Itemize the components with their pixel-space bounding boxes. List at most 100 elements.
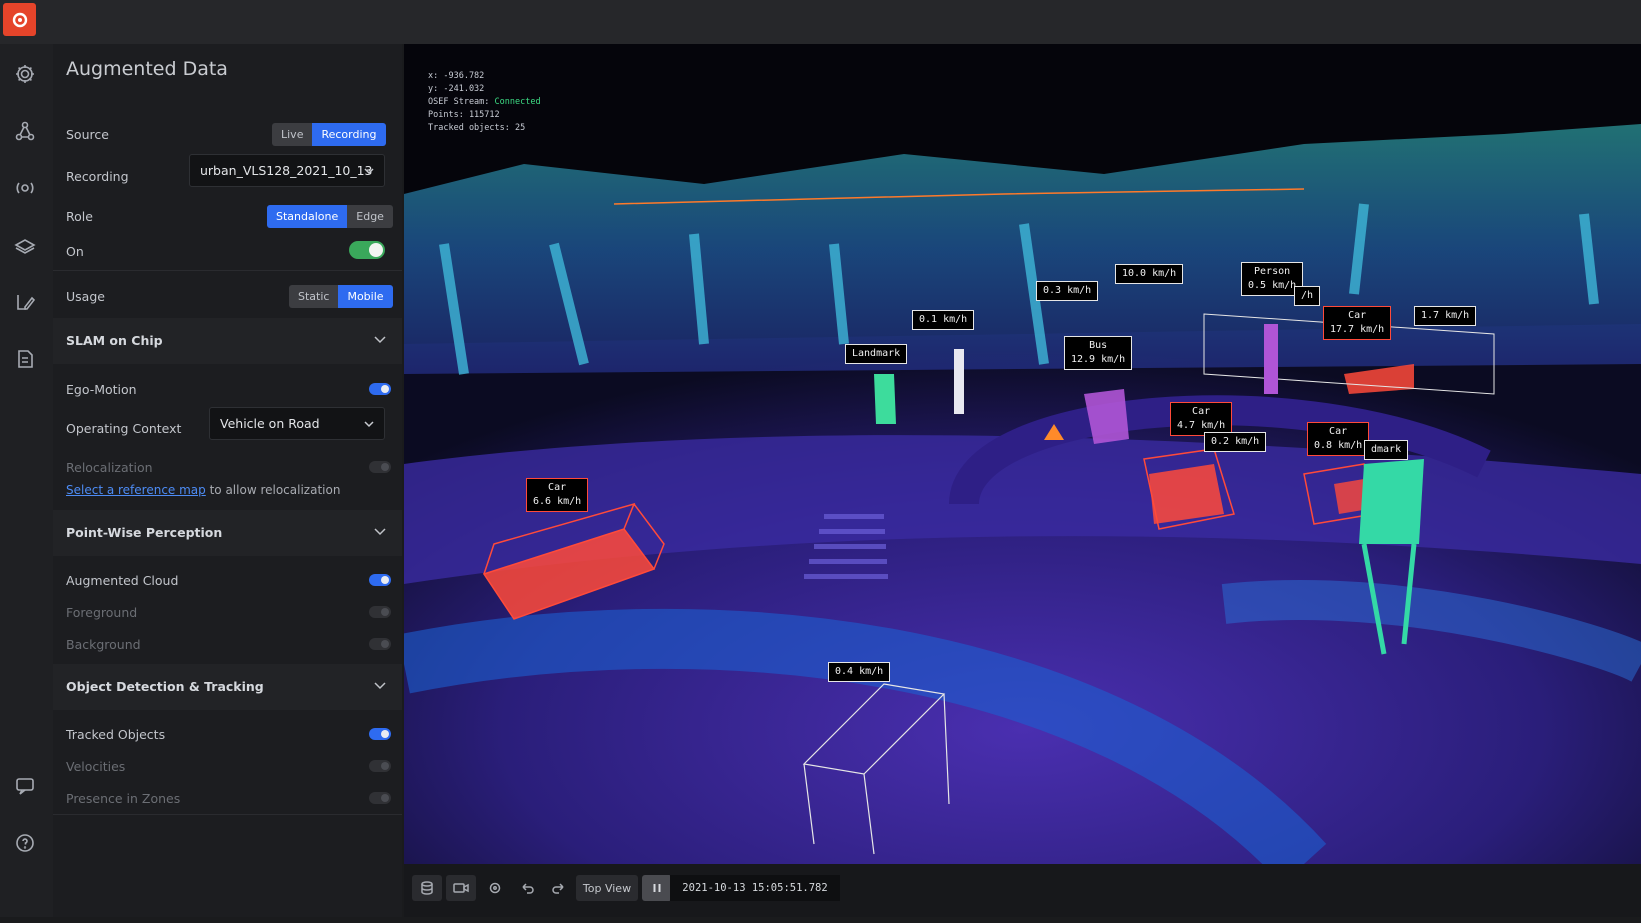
velocities-toggle[interactable]: [369, 760, 391, 772]
database-icon: [421, 881, 433, 895]
source-live-option[interactable]: Live: [272, 123, 313, 146]
role-segmented: Standalone Edge: [267, 205, 393, 228]
chevron-down-icon: [364, 168, 374, 175]
object-tag-line: 0.8 km/h: [1314, 440, 1363, 451]
object-tag[interactable]: Bus 12.9 km/h: [1064, 336, 1133, 370]
undo-button[interactable]: [512, 875, 542, 901]
relocalization-hint: Select a reference map to allow relocali…: [66, 483, 340, 497]
layers-icon[interactable]: [10, 230, 40, 260]
recording-value: urban_VLS128_2021_10_13: [200, 163, 373, 178]
foreground-toggle[interactable]: [369, 606, 391, 618]
object-tag[interactable]: 0.3 km/h: [1036, 281, 1099, 301]
person-object: [1264, 324, 1278, 394]
presence-zones-toggle[interactable]: [369, 792, 391, 804]
landmark-sign-object: [1359, 459, 1424, 544]
object-tag[interactable]: Car 4.7 km/h: [1170, 402, 1233, 436]
object-tag[interactable]: Car 17.7 km/h: [1323, 306, 1392, 340]
pause-icon: [653, 884, 661, 892]
object-tag[interactable]: Car 6.6 km/h: [526, 478, 589, 512]
hud-points: Points: 115712: [428, 110, 500, 120]
operating-context-label: Operating Context: [66, 421, 182, 436]
odt-section-header[interactable]: Object Detection & Tracking: [53, 664, 402, 710]
chevron-down-icon: [374, 682, 386, 690]
object-tag[interactable]: 1.7 km/h: [1414, 306, 1477, 326]
redo-icon: [552, 883, 564, 894]
select-reference-map-link[interactable]: Select a reference map: [66, 483, 206, 497]
role-standalone-option[interactable]: Standalone: [267, 205, 348, 228]
object-tag-line: Person: [1254, 266, 1291, 277]
on-toggle[interactable]: [349, 241, 385, 259]
hud-y: y: -241.032: [428, 84, 485, 94]
chevron-down-icon: [374, 336, 386, 344]
nav-rail: [0, 44, 53, 917]
augmented-cloud-toggle[interactable]: [369, 574, 391, 586]
settings-gear-icon[interactable]: [10, 59, 40, 89]
usage-mobile-option[interactable]: Mobile: [338, 285, 393, 308]
object-tag[interactable]: 0.1 km/h: [912, 310, 975, 330]
object-tag[interactable]: Landmark: [845, 344, 908, 364]
relocalization-hint-text: to allow relocalization: [205, 483, 341, 497]
ego-motion-label: Ego-Motion: [66, 382, 137, 397]
lidar-scene: [404, 44, 1641, 864]
recording-select[interactable]: urban_VLS128_2021_10_13: [189, 154, 385, 187]
usage-static-option[interactable]: Static: [289, 285, 339, 308]
chat-icon[interactable]: [10, 771, 40, 801]
presence-zones-label: Presence in Zones: [66, 791, 181, 806]
object-tag[interactable]: Car 0.8 km/h: [1307, 422, 1370, 456]
object-tag-line: 1.7 km/h: [1421, 310, 1470, 321]
hud-stream-label: OSEF Stream:: [428, 97, 495, 107]
network-nodes-icon[interactable]: [10, 116, 40, 146]
object-tag-line: 17.7 km/h: [1330, 324, 1385, 335]
sensor-broadcast-icon[interactable]: [10, 173, 40, 203]
document-icon[interactable]: [10, 344, 40, 374]
object-tag[interactable]: 0.2 km/h: [1204, 432, 1267, 452]
divider: [53, 814, 402, 815]
source-recording-option[interactable]: Recording: [312, 123, 386, 146]
usage-label: Usage: [66, 289, 105, 304]
role-edge-option[interactable]: Edge: [347, 205, 393, 228]
usage-segmented: Static Mobile: [289, 285, 393, 308]
tracked-objects-toggle[interactable]: [369, 728, 391, 740]
object-tag[interactable]: /h: [1294, 286, 1321, 306]
object-tag-line: Car: [1192, 406, 1211, 417]
hud-tracked: Tracked objects: 25: [428, 123, 526, 133]
pointwise-section-header[interactable]: Point-Wise Perception: [53, 510, 402, 556]
object-tag-line: 12.9 km/h: [1071, 354, 1126, 365]
landmark-object: [874, 374, 896, 424]
slam-section-header[interactable]: SLAM on Chip: [53, 318, 402, 364]
pause-button[interactable]: [642, 875, 672, 901]
background-toggle[interactable]: [369, 638, 391, 650]
divider: [53, 270, 402, 271]
role-label: Role: [66, 209, 93, 224]
pole-object: [954, 349, 964, 414]
ego-motion-toggle[interactable]: [369, 383, 391, 395]
app-logo[interactable]: [3, 3, 36, 36]
object-tag-line: 0.2 km/h: [1211, 436, 1260, 447]
redo-button[interactable]: [544, 875, 574, 901]
operating-context-select[interactable]: Vehicle on Road: [209, 407, 385, 440]
top-bar: [0, 0, 1641, 44]
help-bubble-icon[interactable]: [10, 828, 40, 858]
point-cloud-viewport[interactable]: x: -936.782 y: -241.032 OSEF Stream: Con…: [404, 44, 1641, 864]
hud-stream-status: Connected: [494, 97, 541, 107]
foreground-label: Foreground: [66, 605, 138, 620]
augmented-cloud-label: Augmented Cloud: [66, 573, 179, 588]
object-tag-line: Car: [1329, 426, 1348, 437]
velocities-label: Velocities: [66, 759, 126, 774]
on-label: On: [66, 244, 84, 259]
relocalization-toggle[interactable]: [369, 461, 391, 473]
database-button[interactable]: [412, 875, 442, 901]
slam-section-title: SLAM on Chip: [66, 333, 163, 348]
object-tag[interactable]: dmark: [1364, 440, 1409, 460]
top-view-button[interactable]: Top View: [576, 875, 638, 901]
source-segmented: Live Recording: [272, 123, 386, 146]
recenter-button[interactable]: [480, 875, 510, 901]
target-icon: [489, 882, 501, 894]
video-camera-icon: [453, 883, 469, 893]
object-tag[interactable]: 0.4 km/h: [828, 662, 891, 682]
zone-edit-icon[interactable]: [10, 287, 40, 317]
object-tag-line: 0.5 km/h: [1248, 280, 1297, 291]
object-tag[interactable]: 10.0 km/h: [1115, 264, 1184, 284]
object-tag-line: Car: [548, 482, 567, 493]
camera-button[interactable]: [446, 875, 476, 901]
